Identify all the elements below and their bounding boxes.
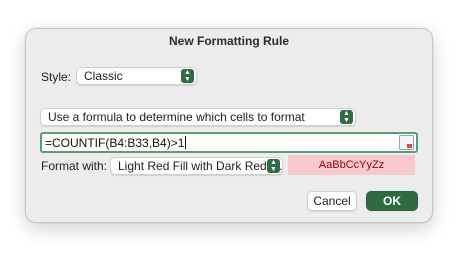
format-preview: AaBbCcYyZz	[288, 155, 415, 175]
updown-chevron-icon: ▲ ▼	[267, 159, 280, 173]
updown-chevron-icon: ▲ ▼	[181, 69, 194, 83]
dialog-title: New Formatting Rule	[168, 34, 289, 48]
style-label: Style:	[41, 70, 72, 84]
style-select-value: Classic	[84, 69, 123, 83]
rule-type-value: Use a formula to determine which cells t…	[48, 110, 305, 124]
formula-input[interactable]: =COUNTIF(B4:B33,B4)>1	[40, 132, 418, 153]
formula-text: =COUNTIF(B4:B33,B4)>1	[45, 136, 185, 150]
ok-button[interactable]: OK	[366, 191, 418, 211]
updown-chevron-icon: ▲ ▼	[340, 110, 353, 124]
range-selector-icon[interactable]	[399, 135, 414, 150]
format-with-select[interactable]: Light Red Fill with Dark Red T... ▲ ▼	[110, 157, 283, 175]
new-formatting-rule-dialog: New Formatting Rule Style: Classic ▲ ▼ Us…	[25, 28, 433, 223]
text-caret	[185, 136, 187, 149]
format-with-label: Format with:	[41, 159, 108, 173]
format-with-value: Light Red Fill with Dark Red T...	[118, 159, 283, 173]
rule-type-select[interactable]: Use a formula to determine which cells t…	[40, 108, 356, 126]
style-select[interactable]: Classic ▲ ▼	[76, 67, 197, 85]
formula-value: =COUNTIF(B4:B33,B4)>1	[45, 136, 187, 150]
cancel-button[interactable]: Cancel	[307, 191, 357, 211]
